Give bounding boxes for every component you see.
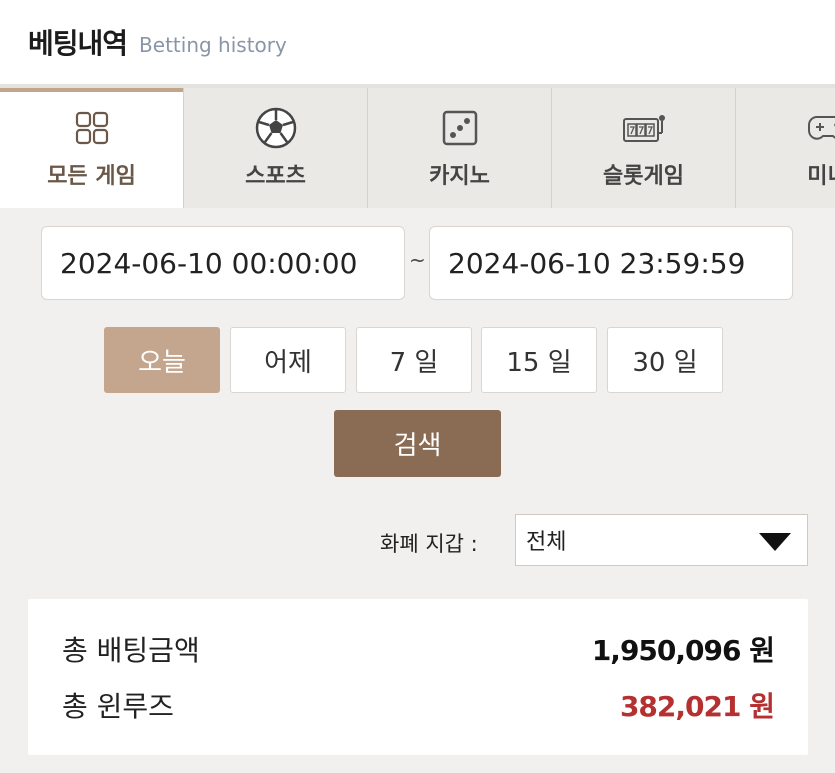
- total-bet-value: 1,950,096 원: [591, 634, 775, 667]
- tab-label: 미니: [807, 164, 835, 189]
- range-yesterday-button[interactable]: 어제: [230, 327, 346, 393]
- wallet-selected-value: 전체: [526, 530, 567, 555]
- tab-all-games[interactable]: 모든 게임: [0, 88, 184, 208]
- end-date-input[interactable]: 2024-06-10 23:59:59: [429, 226, 793, 300]
- betting-summary: 총 배팅금액 1,950,096 원 총 윈루즈 382,021 원: [28, 599, 808, 755]
- slot-machine-icon: [622, 108, 666, 148]
- gamepad-icon: [807, 108, 835, 148]
- range-15days-button[interactable]: 15 일: [481, 327, 597, 393]
- tab-label: 슬롯게임: [603, 164, 684, 189]
- page-header: 베팅내역 Betting history: [0, 0, 835, 84]
- grid-icon: [75, 108, 109, 148]
- tab-slot-games[interactable]: 슬롯게임: [552, 88, 736, 208]
- caret-down-icon: [759, 532, 791, 557]
- range-today-button[interactable]: 오늘: [104, 327, 220, 393]
- page-subtitle: Betting history: [139, 33, 287, 57]
- search-button[interactable]: 검색: [334, 410, 501, 477]
- wallet-label: 화폐 지갑 :: [380, 532, 478, 556]
- total-winloss-label: 총 윈루즈: [62, 690, 174, 723]
- tab-label: 모든 게임: [47, 164, 136, 189]
- tab-mini[interactable]: 미니: [736, 88, 835, 208]
- page-title: 베팅내역: [28, 27, 128, 60]
- soccer-ball-icon: [255, 107, 297, 149]
- wallet-select[interactable]: 전체: [515, 514, 808, 566]
- total-winloss-value: 382,021 원: [619, 690, 775, 723]
- tab-casino[interactable]: 카지노: [368, 88, 552, 208]
- range-30days-button[interactable]: 30 일: [607, 327, 723, 393]
- dice-icon: [442, 108, 478, 148]
- total-bet-label: 총 배팅금액: [62, 634, 200, 667]
- tab-label: 카지노: [429, 164, 490, 189]
- tab-sports[interactable]: 스포츠: [184, 88, 368, 208]
- total-winloss-row: 총 윈루즈 382,021 원: [62, 685, 775, 725]
- range-7days-button[interactable]: 7 일: [356, 327, 472, 393]
- start-date-input[interactable]: 2024-06-10 00:00:00: [41, 226, 405, 300]
- date-range-separator: ~: [409, 248, 426, 272]
- game-tabs: 모든 게임 스포츠 카지노 슬롯게임 미: [0, 88, 835, 208]
- tab-label: 스포츠: [245, 164, 306, 189]
- total-bet-row: 총 배팅금액 1,950,096 원: [62, 629, 775, 669]
